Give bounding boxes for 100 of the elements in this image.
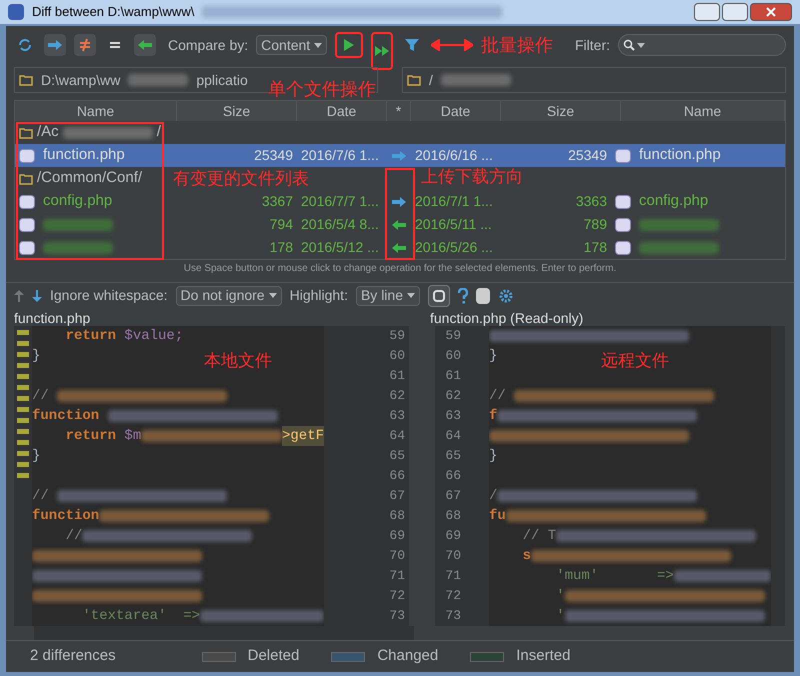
- line-number: 66: [445, 467, 461, 485]
- file-row[interactable]: config.php 3367 2016/7/7 1... 2016/7/1 1... 3363 config.php: [15, 190, 785, 213]
- line-number: 62: [445, 387, 461, 405]
- annotation-text: 本地文件: [204, 350, 272, 372]
- code-token: $value;: [124, 327, 184, 346]
- code-token: }: [489, 447, 498, 466]
- line-number: 65: [445, 447, 461, 465]
- code-token: 'textarea' =>: [81, 607, 200, 626]
- code-token: //: [32, 387, 50, 406]
- play-icon: [343, 38, 356, 52]
- file-row[interactable]: 794 2016/5/4 8... 2016/5/11 ... 789: [15, 213, 785, 236]
- file-date: 2016/5/12 ...: [300, 238, 380, 257]
- whitespace-dropdown[interactable]: Do not ignore: [176, 286, 282, 306]
- left-arrow-icon[interactable]: [137, 39, 153, 51]
- folder-name: /Common/Conf/: [37, 168, 142, 188]
- left-editor[interactable]: 本地文件 return $value; } // function return $m >getF } // function // 'textarea' =>: [32, 326, 324, 626]
- file-date: 2016/7/7 1...: [300, 192, 380, 211]
- file-size: 794: [268, 215, 294, 234]
- file-size: 25349: [253, 146, 294, 165]
- settings-icon[interactable]: [498, 288, 514, 304]
- folder-row[interactable]: /Common/Conf/: [15, 167, 146, 190]
- line-number: 68: [389, 507, 405, 525]
- folder-name: /Ac: [37, 122, 59, 142]
- scrollbar[interactable]: [771, 326, 785, 626]
- column-header[interactable]: *: [387, 101, 411, 121]
- left-file-title: function.php: [13, 309, 92, 326]
- highlight-label: Highlight:: [290, 286, 348, 305]
- path-text: D:\wamp\ww: [41, 70, 120, 90]
- annotation-text: 远程文件: [601, 350, 669, 372]
- file-name: config.php: [43, 191, 112, 212]
- column-header[interactable]: Name: [621, 101, 785, 121]
- right-editor[interactable]: 远程文件 } // f } / fu // T s 'mum' => ' ': [489, 326, 771, 626]
- file-size: 178: [268, 238, 294, 257]
- right-path-field[interactable]: /: [402, 67, 786, 93]
- code-token: ': [555, 587, 565, 606]
- show-upload-button[interactable]: [44, 34, 66, 56]
- file-date: 2016/5/26 ...: [414, 238, 494, 257]
- apply-selected-button[interactable]: [335, 32, 364, 58]
- right-file-title: function.php (Read-only): [430, 309, 584, 326]
- code-token: }: [32, 447, 40, 466]
- compare-dropdown[interactable]: Content: [256, 35, 328, 55]
- code-token: // T: [522, 527, 556, 546]
- line-number: 60: [389, 347, 405, 365]
- line-number: 73: [389, 607, 405, 625]
- blurred-text: [128, 74, 188, 86]
- highlight-dropdown[interactable]: By line: [356, 286, 420, 306]
- folder-icon: [407, 74, 421, 86]
- refresh-icon: [17, 37, 33, 53]
- apply-all-button[interactable]: [371, 32, 394, 70]
- help-icon[interactable]: [458, 288, 468, 304]
- code-token: /: [489, 487, 498, 506]
- filter-label: Filter:: [575, 36, 610, 54]
- scrollbar[interactable]: [34, 626, 414, 640]
- annotation-arrow: [431, 39, 474, 51]
- funnel-icon: [404, 38, 420, 52]
- side-by-side-button[interactable]: [428, 284, 450, 306]
- line-number: 69: [389, 527, 405, 545]
- up-arrow-icon[interactable]: [14, 290, 24, 302]
- fast-forward-icon: [375, 45, 390, 57]
- maximize-button[interactable]: [722, 3, 748, 21]
- folder-icon: [19, 172, 33, 184]
- show-different-button[interactable]: [74, 34, 96, 56]
- left-arrow-icon[interactable]: [391, 218, 407, 230]
- file-row[interactable]: 178 2016/5/12 ... 2016/5/26 ... 178: [15, 236, 785, 259]
- equal-icon: [109, 40, 121, 50]
- line-number: 63: [445, 407, 461, 425]
- line-number: 68: [445, 507, 461, 525]
- right-arrow-icon[interactable]: [391, 196, 407, 208]
- whitespace-label: Ignore whitespace:: [50, 286, 168, 305]
- path-text: pplicatio: [196, 70, 248, 90]
- column-header[interactable]: Date: [411, 101, 501, 121]
- filter-field[interactable]: [618, 34, 786, 56]
- annotation-text: 上传下载方向: [421, 166, 523, 188]
- differences-count: 2 differences: [30, 646, 116, 666]
- line-number: 59: [445, 327, 461, 345]
- column-header[interactable]: Date: [297, 101, 387, 121]
- code-token: s: [522, 547, 532, 566]
- file-row[interactable]: function.php 25349 2016/7/6 1... 2016/6/16 ... 25349 function.php: [15, 144, 785, 167]
- column-header[interactable]: Size: [501, 101, 621, 121]
- line-number: 61: [389, 367, 405, 385]
- column-header[interactable]: Name: [15, 101, 177, 121]
- blurred-text: [43, 218, 113, 230]
- line-number: 61: [445, 367, 461, 385]
- left-arrow-icon[interactable]: [391, 242, 407, 254]
- line-number: 71: [445, 567, 461, 585]
- line-number: 62: [389, 387, 405, 405]
- column-header[interactable]: Size: [177, 101, 297, 121]
- close-button[interactable]: [750, 3, 792, 21]
- folder-row[interactable]: /Ac /: [15, 121, 165, 144]
- folder-icon: [19, 126, 33, 138]
- down-arrow-icon[interactable]: [32, 290, 42, 302]
- code-token: function: [32, 507, 100, 526]
- code-token: $m: [124, 427, 142, 446]
- legend-label: Inserted: [516, 646, 570, 666]
- right-arrow-icon[interactable]: [47, 39, 63, 51]
- minimize-button[interactable]: [694, 3, 720, 21]
- line-number: 69: [445, 527, 461, 545]
- file-date: 2016/7/1 1...: [414, 192, 494, 211]
- show-download-button[interactable]: [134, 34, 156, 56]
- not-equal-icon: [79, 38, 91, 52]
